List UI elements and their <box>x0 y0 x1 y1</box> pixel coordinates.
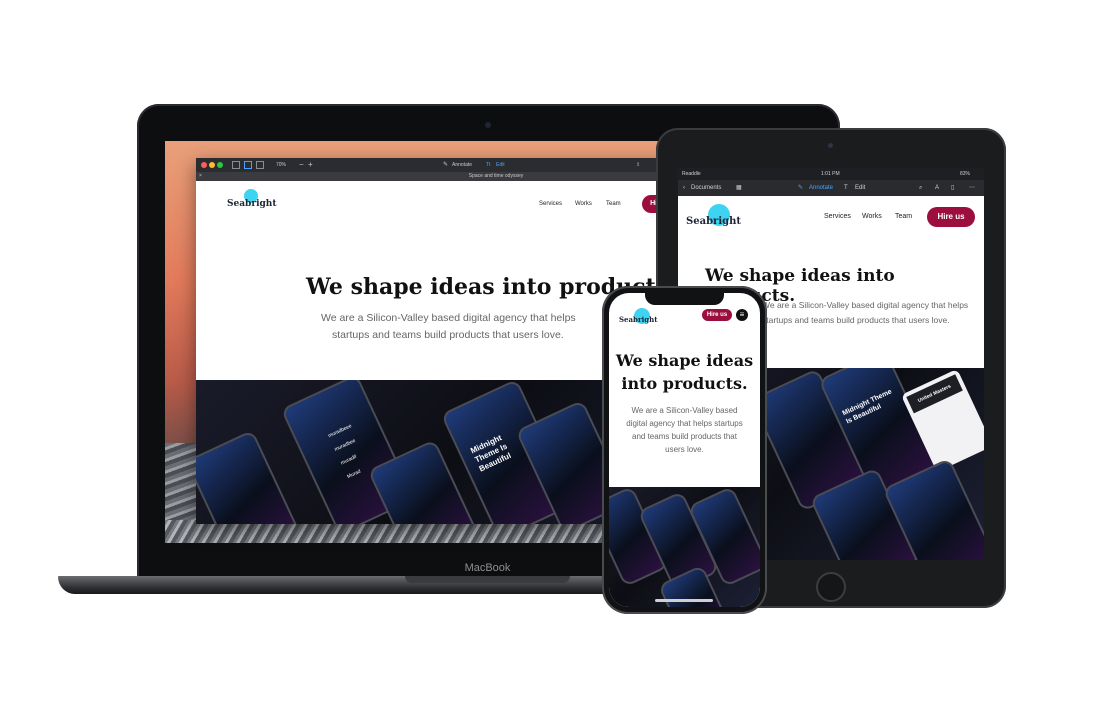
site-logo[interactable]: Seabright <box>619 315 658 324</box>
nav-team[interactable]: Team <box>895 213 912 220</box>
ipad-camera <box>828 143 833 148</box>
hero-subtext-line1: We are a Silicon-Valley based digital ag… <box>321 312 576 324</box>
laptop-camera <box>485 122 491 128</box>
site-logo[interactable]: Seabright <box>686 216 741 227</box>
showcase-username: muradbee <box>333 437 357 453</box>
hero-subtext-line1: We are a Silicon-Valley based digital ag… <box>762 300 969 310</box>
showcase-username: muradbeee <box>327 423 353 440</box>
zoom-out-icon[interactable]: − <box>299 160 304 169</box>
font-size-icon[interactable]: A <box>935 180 939 196</box>
edit-tab[interactable]: Edit <box>855 180 865 196</box>
documents-button[interactable]: Documents <box>691 180 721 196</box>
close-window-button[interactable] <box>201 162 207 168</box>
edit-tab[interactable]: Edit <box>496 162 505 168</box>
hero-subtext-line2: startups and teams build products that u… <box>332 329 564 341</box>
menu-icon[interactable]: ≡ <box>736 309 748 321</box>
phone-home-indicator[interactable] <box>655 599 713 602</box>
showcase-username: muradif <box>339 453 358 467</box>
grid-icon[interactable] <box>256 161 264 169</box>
nav-team[interactable]: Team <box>606 201 621 207</box>
hero-subtext-line4: users love. <box>665 445 704 454</box>
ipad-home-button[interactable] <box>816 572 846 602</box>
pen-icon: ✎ <box>443 162 449 168</box>
zoom-window-button[interactable] <box>217 162 223 168</box>
showcase-phone <box>196 429 301 524</box>
hero-subtext-line2: startups and teams build products that u… <box>762 315 950 325</box>
ipad-status-bar: Readdle 1:01 PM 83% <box>678 168 984 180</box>
grid-icon[interactable]: ▦ <box>736 180 742 196</box>
search-icon[interactable]: ⌕ <box>919 180 922 196</box>
sidebar-icon[interactable] <box>232 161 240 169</box>
showcase-band <box>609 487 760 607</box>
zoom-in-icon[interactable]: + <box>308 160 313 169</box>
phone-screen: Seabright Hire us ≡ We shape ideas into … <box>609 293 760 607</box>
book-icon[interactable]: ▯ <box>951 180 954 196</box>
ipad-toolbar: ‹ Documents ▦ ✎ Annotate T Edit ⌕ A ▯ ⋯ <box>678 180 984 196</box>
zoom-level[interactable]: 70% <box>276 162 286 168</box>
single-page-icon[interactable] <box>244 161 252 169</box>
hire-us-button[interactable]: Hire us <box>927 207 975 227</box>
hero-subtext-line1: We are a Silicon-Valley based <box>631 406 738 415</box>
hero-subtext-line2: digital agency that helps startups <box>626 419 743 428</box>
minimize-window-button[interactable] <box>209 162 215 168</box>
hire-us-button[interactable]: Hire us <box>702 309 732 321</box>
pen-icon: ✎ <box>798 185 804 191</box>
hero-headline-line1: We shape ideas <box>615 351 754 370</box>
status-app-name: Readdle <box>682 171 701 177</box>
status-battery: 83% <box>960 171 971 177</box>
laptop-notch <box>405 576 570 583</box>
laptop-brand-label: MacBook <box>464 562 511 574</box>
status-time: 1:01 PM <box>821 171 840 177</box>
showcase-card-title: United Masters <box>906 374 963 414</box>
annotate-tab[interactable]: Annotate <box>809 180 833 196</box>
hero-subtext-line3: and teams build products that <box>632 432 737 441</box>
hero-headline-line2: into products. <box>621 374 748 393</box>
annotate-tab[interactable]: Annotate <box>452 162 472 168</box>
nav-services[interactable]: Services <box>539 201 562 207</box>
phone-notch <box>645 293 724 305</box>
nav-services[interactable]: Services <box>824 213 851 220</box>
showcase-phone-title: Midnight Theme Is Beautiful <box>841 388 894 426</box>
share-icon[interactable]: ⇪ <box>636 162 640 168</box>
nav-works[interactable]: Works <box>862 213 882 220</box>
back-chevron-icon[interactable]: ‹ <box>683 180 685 196</box>
text-icon: T <box>844 185 848 191</box>
more-icon[interactable]: ⋯ <box>969 180 975 196</box>
showcase-username: Murad <box>346 468 362 481</box>
close-tab-icon[interactable]: × <box>199 173 202 179</box>
nav-works[interactable]: Works <box>575 201 592 207</box>
site-logo[interactable]: Seabright <box>227 199 277 209</box>
text-icon: Tt <box>486 162 491 168</box>
